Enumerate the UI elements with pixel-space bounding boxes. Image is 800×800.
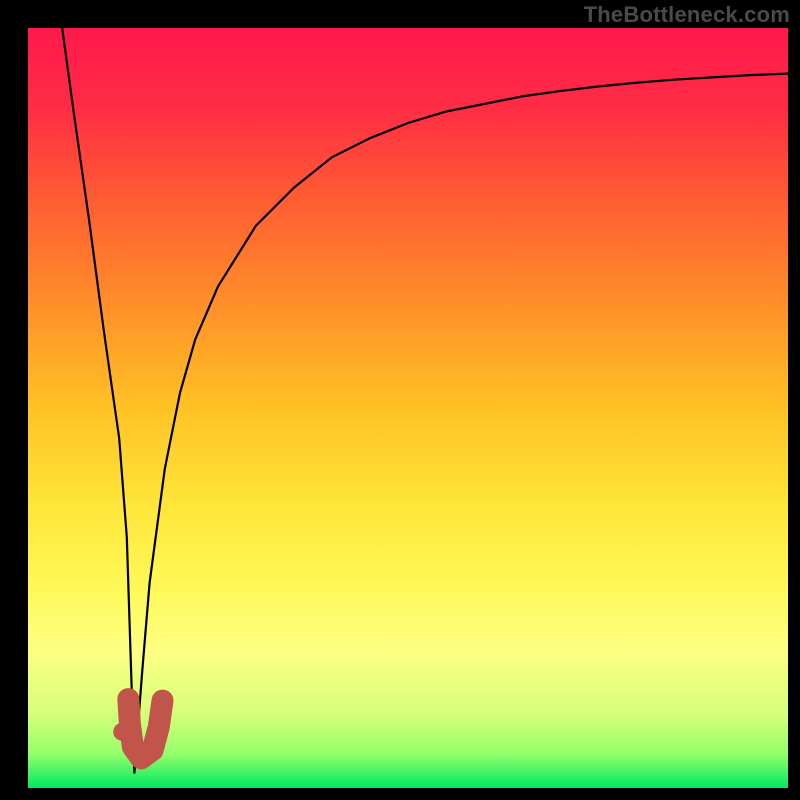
minimum-marker-dot xyxy=(113,723,131,741)
chart-frame: TheBottleneck.com xyxy=(0,0,800,800)
watermark-text: TheBottleneck.com xyxy=(584,2,790,28)
bottleneck-chart xyxy=(0,0,800,800)
